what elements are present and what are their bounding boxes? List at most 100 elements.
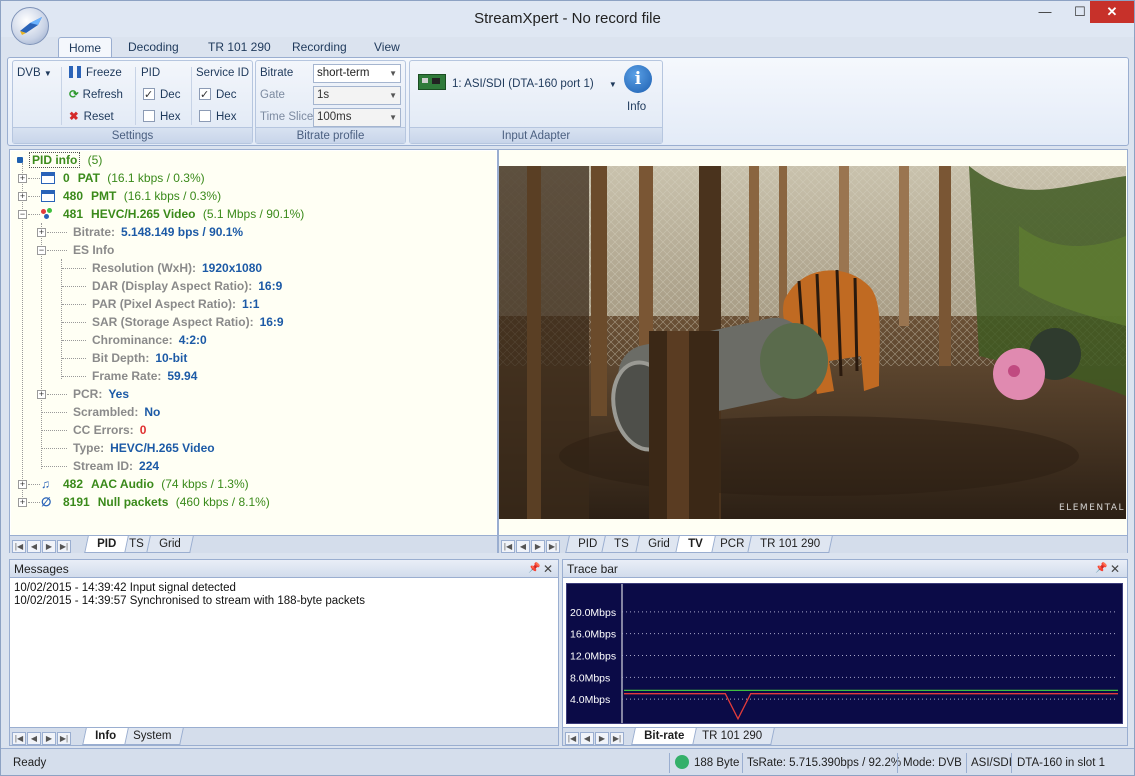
app-logo-icon[interactable] [11, 7, 49, 45]
last-icon[interactable]: ▶| [610, 732, 624, 745]
next-icon[interactable]: ▶ [42, 732, 56, 745]
tab-label: Grid [159, 538, 181, 550]
pin-icon[interactable]: 📌 [528, 560, 540, 578]
expand-icon[interactable]: + [18, 174, 27, 183]
tree-property[interactable]: SAR (Storage Aspect Ratio): 16:9 [92, 313, 284, 331]
next-icon[interactable]: ▶ [531, 540, 545, 553]
tree-property[interactable]: Scrambled: No [73, 403, 160, 421]
tree-property[interactable]: DAR (Display Aspect Ratio): 16:9 [92, 277, 282, 295]
dvb-dropdown[interactable]: DVB ▼ [17, 64, 52, 82]
first-icon[interactable]: |◀ [12, 732, 26, 745]
refresh-button[interactable]: ⟳ Refresh [69, 86, 123, 104]
tree-guide [47, 394, 67, 395]
tree-pid-item[interactable]: ♫ 482 AAC Audio (74 kbps / 1.3%) [41, 475, 249, 493]
bitrate-select[interactable]: short-term ▼ [313, 64, 401, 83]
pci-card-icon [418, 74, 446, 90]
sid-hex-checkbox[interactable]: Hex [199, 108, 236, 126]
close-icon[interactable]: ✕ [1110, 560, 1120, 578]
tab-tv[interactable]: TV [675, 536, 716, 553]
tab-tr101290[interactable]: TR 101 290 [747, 536, 833, 553]
tree-pid-item[interactable]: 480 PMT (16.1 kbps / 0.3%) [41, 187, 221, 205]
expand-icon[interactable]: + [18, 480, 27, 489]
tree-guide [47, 250, 67, 251]
hex-label: Hex [216, 111, 237, 123]
tab-view[interactable]: View [364, 37, 410, 57]
tree-property[interactable]: Resolution (WxH): 1920x1080 [92, 259, 262, 277]
pin-icon[interactable]: 📌 [1095, 560, 1107, 578]
property-label: Frame Rate: [92, 369, 162, 383]
tree-pid-item[interactable]: ∅ 8191 Null packets (460 kbps / 8.1%) [41, 493, 270, 511]
title-bar: StreamXpert - No record file — ☐ ✕ [1, 1, 1134, 45]
tab-home[interactable]: Home [58, 37, 113, 57]
chevron-down-icon: ▼ [389, 69, 397, 78]
sid-dec-checkbox[interactable]: Dec [199, 86, 236, 104]
expand-icon[interactable]: + [18, 498, 27, 507]
gate-label: Gate [260, 89, 285, 101]
tab-bitrate[interactable]: Bit-rate [631, 728, 698, 745]
info-icon[interactable]: i [624, 65, 652, 93]
tree-property[interactable]: Frame Rate: 59.94 [92, 367, 197, 385]
tree-property[interactable]: Chrominance: 4:2:0 [92, 331, 207, 349]
last-icon[interactable]: ▶| [57, 732, 71, 745]
tab-label: System [133, 730, 172, 742]
tab-tr101290[interactable]: TR 101 290 [198, 37, 281, 57]
tab-pid[interactable]: PID [84, 536, 129, 553]
refresh-label: Refresh [82, 89, 123, 101]
chevron-down-icon: ▼ [43, 69, 52, 78]
first-icon[interactable]: |◀ [501, 540, 515, 553]
expand-icon[interactable]: + [18, 192, 27, 201]
tree-property[interactable]: Bit Depth: 10-bit [92, 349, 187, 367]
tree-property[interactable]: PCR: Yes [73, 385, 129, 403]
pid-hex-checkbox[interactable]: Hex [143, 108, 180, 126]
expand-icon[interactable]: + [37, 228, 46, 237]
video-frame[interactable]: ELEMENTAL [499, 166, 1126, 519]
pid-number: 0 [63, 171, 70, 185]
last-icon[interactable]: ▶| [57, 540, 71, 553]
close-button[interactable]: ✕ [1090, 1, 1134, 23]
pid-dec-checkbox[interactable]: Dec [143, 86, 180, 104]
minimize-button[interactable]: — [1028, 1, 1062, 23]
expand-icon[interactable]: + [37, 390, 46, 399]
tree-property[interactable]: PAR (Pixel Aspect Ratio): 1:1 [92, 295, 259, 313]
tab-system[interactable]: System [120, 728, 185, 745]
first-icon[interactable]: |◀ [565, 732, 579, 745]
property-label: Scrambled: [73, 405, 139, 419]
tab-tr101290[interactable]: TR 101 290 [689, 728, 775, 745]
tree-property[interactable]: CC Errors: 0 [73, 421, 146, 439]
tree-guide [62, 268, 86, 269]
adapter-select[interactable]: 1: ASI/SDI (DTA-160 port 1) ▼ [418, 74, 617, 92]
tab-info[interactable]: Info [82, 728, 129, 745]
next-icon[interactable]: ▶ [595, 732, 609, 745]
reset-button[interactable]: ✖ Reset [69, 108, 114, 126]
collapse-icon[interactable]: − [18, 210, 27, 219]
tree-root[interactable]: PID info (5) [17, 151, 102, 169]
property-label: PAR (Pixel Aspect Ratio): [92, 297, 237, 311]
next-icon[interactable]: ▶ [42, 540, 56, 553]
prev-icon[interactable]: ◀ [580, 732, 594, 745]
prev-icon[interactable]: ◀ [27, 540, 41, 553]
message-line: 10/02/2015 - 14:39:57 Synchronised to st… [14, 595, 365, 607]
time-slice-select[interactable]: 100ms ▼ [313, 108, 401, 127]
prev-icon[interactable]: ◀ [27, 732, 41, 745]
tree-property[interactable]: ES Info [73, 241, 114, 259]
tree-property[interactable]: Bitrate: 5.148.149 bps / 90.1% [73, 223, 243, 241]
info-button-label[interactable]: Info [627, 98, 646, 116]
tab-label: Info [95, 730, 117, 742]
first-icon[interactable]: |◀ [12, 540, 26, 553]
tree-pid-item[interactable]: 0 PAT (16.1 kbps / 0.3%) [41, 169, 205, 187]
prev-icon[interactable]: ◀ [516, 540, 530, 553]
gate-select[interactable]: 1s ▼ [313, 86, 401, 105]
tree-property[interactable]: Type: HEVC/H.265 Video [73, 439, 215, 457]
tab-recording[interactable]: Recording [282, 37, 357, 57]
last-icon[interactable]: ▶| [546, 540, 560, 553]
tab-grid[interactable]: Grid [146, 536, 194, 553]
y-tick-label: 16.0Mbps [570, 629, 616, 641]
tree-pid-item[interactable]: 481 HEVC/H.265 Video (5.1 Mbps / 90.1%) [41, 205, 304, 223]
freeze-button[interactable]: Freeze [69, 64, 122, 82]
tree-guide [28, 196, 40, 197]
close-icon[interactable]: ✕ [543, 560, 553, 578]
collapse-icon[interactable]: − [37, 246, 46, 255]
property-value: 59.94 [167, 369, 198, 383]
tree-property[interactable]: Stream ID: 224 [73, 457, 159, 475]
tab-decoding[interactable]: Decoding [118, 37, 189, 57]
